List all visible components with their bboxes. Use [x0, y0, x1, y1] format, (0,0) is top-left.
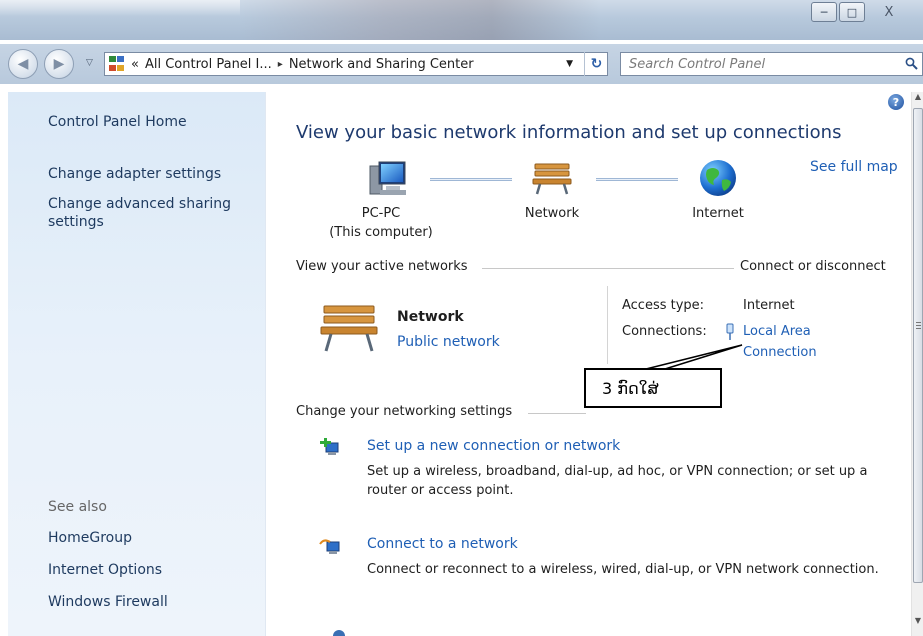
local-area-connection-link-line2[interactable]: Connection [743, 345, 817, 360]
back-button[interactable]: ◀ [8, 49, 38, 79]
control-panel-icon [109, 56, 127, 72]
map-node-internet: Internet [678, 206, 758, 221]
title-bar-glass [240, 0, 600, 40]
internet-node-label: Internet [692, 206, 744, 221]
settings-heading: Change your networking settings [296, 404, 513, 419]
search-placeholder: Search Control Panel [629, 56, 766, 72]
sidebar-item-control-panel-home[interactable]: Control Panel Home [48, 113, 187, 131]
local-area-connection-link[interactable]: Local Area [743, 324, 811, 339]
see-full-map-link[interactable]: See full map [810, 159, 898, 175]
connect-to-network-description: Connect or reconnect to a wireless, wire… [367, 562, 879, 577]
network-node-label: Network [524, 206, 580, 221]
help-icon[interactable]: ? [888, 94, 904, 110]
breadcrumb-item-control-panel[interactable]: All Control Panel I... [145, 57, 272, 72]
sidebar-item-windows-firewall[interactable]: Windows Firewall [48, 593, 168, 611]
bench-network-icon [532, 163, 572, 195]
map-node-network: Network [512, 206, 592, 221]
connect-to-network-link[interactable]: Connect to a network [367, 536, 518, 552]
page-title: View your basic network information and … [296, 122, 842, 143]
sidebar-item-internet-options[interactable]: Internet Options [48, 561, 162, 579]
window-controls: ─ □ X [811, 2, 911, 22]
connect-disconnect-link[interactable]: Connect or disconnect [740, 259, 886, 274]
map-node-computer: PC-PC (This computer) [322, 206, 440, 240]
new-connection-icon [320, 438, 339, 455]
title-bar-glass-highlight [0, 0, 240, 16]
connections-label: Connections: [622, 324, 707, 339]
breadcrumb-item-network-sharing[interactable]: Network and Sharing Center [289, 57, 474, 72]
address-bar-area: ◀ ▶ ▽ « All Control Panel I... ▸ Network… [0, 44, 923, 84]
connect-network-icon [319, 539, 340, 554]
annotation-text: 3 ກົດໃສ່ [602, 378, 659, 398]
maximize-button[interactable]: □ [839, 2, 865, 22]
map-link-line [596, 178, 678, 181]
bench-network-icon [320, 305, 378, 352]
section-divider [482, 268, 734, 269]
breadcrumb[interactable]: « All Control Panel I... ▸ Network and S… [104, 52, 608, 76]
setup-connection-link[interactable]: Set up a new connection or network [367, 438, 620, 454]
sidebar-item-advanced-sharing[interactable]: Change advanced sharing settings [48, 195, 248, 231]
access-type-label: Access type: [622, 298, 705, 313]
refresh-button[interactable]: ↻ [584, 52, 608, 76]
scroll-grip-icon [916, 322, 921, 329]
sidebar-item-change-adapter[interactable]: Change adapter settings [48, 165, 221, 183]
computer-sub-label: (This computer) [329, 225, 433, 240]
next-task-icon [333, 630, 345, 636]
forward-button[interactable]: ▶ [44, 49, 74, 79]
search-icon[interactable] [905, 57, 918, 70]
computer-name-label: PC-PC [361, 206, 401, 221]
minimize-button[interactable]: ─ [811, 2, 837, 22]
scroll-thumb[interactable] [913, 108, 923, 583]
access-type-value: Internet [743, 298, 795, 313]
close-button[interactable]: X [867, 2, 911, 22]
breadcrumb-separator-icon[interactable]: ▸ [278, 59, 283, 70]
see-also-heading: See also [48, 499, 107, 515]
ethernet-adapter-icon [726, 323, 734, 340]
window-title-bar: ─ □ X [0, 0, 923, 40]
globe-internet-icon [700, 160, 736, 196]
active-networks-heading: View your active networks [296, 259, 468, 274]
breadcrumb-overflow[interactable]: « [131, 57, 139, 72]
scroll-down-button[interactable]: ▼ [912, 616, 923, 630]
scroll-up-button[interactable]: ▲ [912, 92, 923, 106]
address-dropdown-icon[interactable]: ▼ [566, 59, 573, 69]
computer-icon [369, 161, 406, 195]
annotation-callout: 3 ກົດໃສ່ [584, 368, 722, 408]
section-divider [528, 413, 586, 414]
search-input[interactable]: Search Control Panel [620, 52, 923, 76]
vertical-divider [607, 286, 608, 364]
network-location-link[interactable]: Public network [397, 334, 500, 350]
recent-pages-dropdown[interactable]: ▽ [86, 58, 93, 68]
vertical-scrollbar[interactable]: ▲ ▼ [911, 92, 923, 636]
setup-connection-description: Set up a wireless, broadband, dial-up, a… [367, 464, 868, 498]
active-network-name: Network [397, 309, 464, 325]
map-link-line [430, 178, 512, 181]
sidebar-item-homegroup[interactable]: HomeGroup [48, 529, 132, 547]
